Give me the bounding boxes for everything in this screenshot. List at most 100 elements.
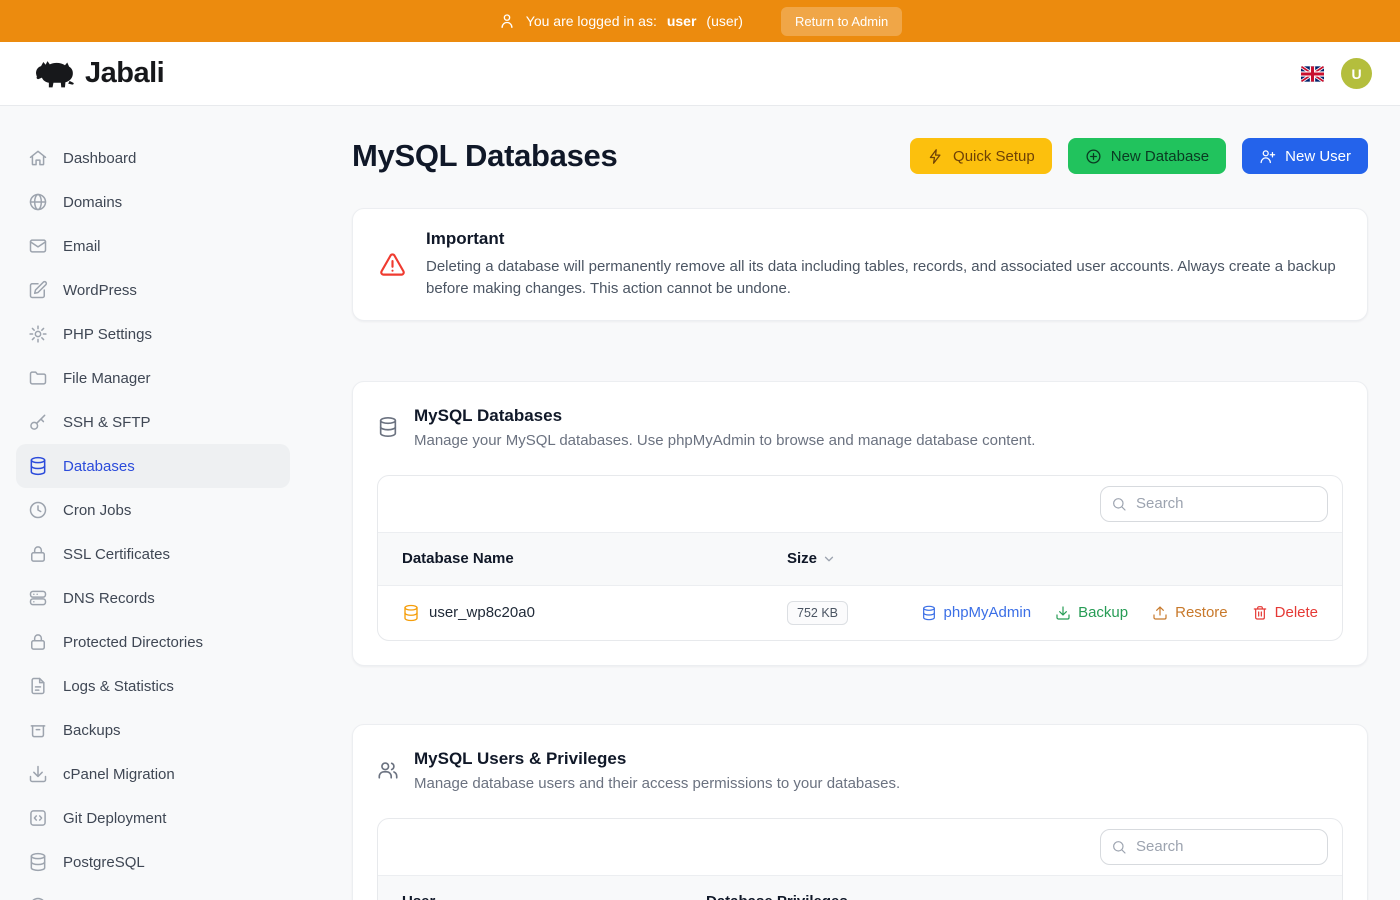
database-icon (28, 852, 48, 872)
sidebar-item-dns-records[interactable]: DNS Records (16, 576, 290, 620)
sidebar-item-label: PostgreSQL (63, 854, 145, 871)
mail-icon (28, 236, 48, 256)
column-user: User (402, 893, 706, 900)
code-square-icon (28, 808, 48, 828)
logged-in-account: (user) (706, 13, 743, 29)
quick-setup-button[interactable]: Quick Setup (910, 138, 1052, 174)
database-table-row: user_wp8c20a0 752 KB phpMyAdmin Backup (378, 586, 1342, 640)
card-description: Manage your MySQL databases. Use phpMyAd… (414, 432, 1035, 449)
user-avatar[interactable]: U (1341, 58, 1372, 89)
card-title: MySQL Databases (414, 406, 1035, 426)
sidebar-item-label: PHP Settings (63, 326, 152, 343)
logged-in-username: user (667, 13, 697, 29)
language-flag-uk-icon[interactable] (1301, 66, 1324, 82)
logged-in-as: You are logged in as: user (user) (498, 12, 743, 30)
sidebar-item-label: DNS Records (63, 590, 155, 607)
sidebar-item-ssh-sftp[interactable]: SSH & SFTP (16, 400, 290, 444)
sidebar-item-domains[interactable]: Domains (16, 180, 290, 224)
databases-search (1100, 486, 1328, 522)
database-name: user_wp8c20a0 (429, 604, 535, 621)
user-icon (498, 12, 516, 30)
download-icon (1055, 605, 1071, 621)
plus-circle-icon (1085, 148, 1102, 165)
mysql-users-card: MySQL Users & Privileges Manage database… (352, 724, 1368, 900)
search-icon (1111, 496, 1127, 512)
users-table-panel: User Database Privileges (377, 818, 1343, 900)
users-table-header: User Database Privileges (378, 875, 1342, 900)
sidebar-item-file-manager[interactable]: File Manager (16, 356, 290, 400)
sidebar-item-php-settings[interactable]: PHP Settings (16, 312, 290, 356)
archive-icon (28, 720, 48, 740)
page-actions: Quick Setup New Database New User (910, 138, 1368, 174)
sidebar-item-label: Logs & Statistics (63, 678, 174, 695)
sidebar-item-label: Domains (63, 194, 122, 211)
main-content: MySQL Databases Quick Setup New Database… (320, 106, 1400, 900)
zap-icon (927, 148, 944, 165)
alert-triangle-icon (379, 251, 406, 278)
phpmyadmin-label: phpMyAdmin (944, 604, 1032, 621)
sidebar-item-backups[interactable]: Backups (16, 708, 290, 752)
card-title: MySQL Users & Privileges (414, 749, 900, 769)
new-user-button[interactable]: New User (1242, 138, 1368, 174)
column-database-name: Database Name (402, 550, 787, 567)
gear-icon (28, 324, 48, 344)
sidebar-item-protected-directories[interactable]: Protected Directories (16, 620, 290, 664)
sidebar-item-dashboard[interactable]: Dashboard (16, 136, 290, 180)
key-icon (28, 412, 48, 432)
restore-label: Restore (1175, 604, 1228, 621)
users-search-input[interactable] (1100, 829, 1328, 865)
sidebar-item-cpanel-migration[interactable]: cPanel Migration (16, 752, 290, 796)
users-search (1100, 829, 1328, 865)
sidebar-item-label: Dashboard (63, 150, 136, 167)
lock-icon (28, 632, 48, 652)
sidebar-item-label: SSL Certificates (63, 546, 170, 563)
sidebar-item-label: WordPress (63, 282, 137, 299)
column-size-sort[interactable]: Size (787, 550, 836, 567)
mysql-databases-card: MySQL Databases Manage your MySQL databa… (352, 381, 1368, 666)
alert-title: Important (426, 229, 1341, 249)
sidebar-item-logs-statistics[interactable]: Logs & Statistics (16, 664, 290, 708)
delete-label: Delete (1275, 604, 1318, 621)
important-alert: Important Deleting a database will perma… (352, 208, 1368, 321)
databases-table-header: Database Name Size (378, 532, 1342, 586)
boar-logo-icon (30, 56, 76, 92)
column-size-label: Size (787, 550, 817, 567)
sidebar-item-databases[interactable]: Databases (16, 444, 290, 488)
globe-icon (28, 192, 48, 212)
sidebar-item-cron-jobs[interactable]: Cron Jobs (16, 488, 290, 532)
new-database-button[interactable]: New Database (1068, 138, 1226, 174)
sidebar-item-email[interactable]: Email (16, 224, 290, 268)
return-to-admin-button[interactable]: Return to Admin (781, 7, 902, 36)
sidebar-item-label: Git Deployment (63, 810, 166, 827)
chevron-down-icon (822, 552, 836, 566)
database-size-badge: 752 KB (787, 601, 848, 625)
restore-link[interactable]: Restore (1152, 604, 1228, 621)
logged-in-text: You are logged in as: (526, 13, 657, 29)
sidebar-item-label: cPanel Migration (63, 766, 175, 783)
server-icon (28, 588, 48, 608)
circle-icon (28, 896, 48, 900)
brand-logo[interactable]: Jabali (30, 56, 164, 92)
sidebar-item-git-deployment[interactable]: Git Deployment (16, 796, 290, 840)
backup-link[interactable]: Backup (1055, 604, 1128, 621)
delete-link[interactable]: Delete (1252, 604, 1318, 621)
upload-icon (1152, 605, 1168, 621)
databases-search-input[interactable] (1100, 486, 1328, 522)
sidebar-item-label: Backups (63, 722, 121, 739)
database-icon (921, 605, 937, 621)
phpmyadmin-link[interactable]: phpMyAdmin (921, 604, 1032, 621)
user-plus-icon (1259, 148, 1276, 165)
alert-body: Deleting a database will permanently rem… (426, 256, 1341, 300)
sidebar-item-wordpress[interactable]: WordPress (16, 268, 290, 312)
sidebar-item-ssl-certificates[interactable]: SSL Certificates (16, 532, 290, 576)
users-icon (377, 759, 399, 781)
impersonation-banner: You are logged in as: user (user) Return… (0, 0, 1400, 42)
app-header: Jabali U (0, 42, 1400, 106)
sidebar-item-label: Protected Directories (63, 634, 203, 651)
sidebar-item-postgresql[interactable]: PostgreSQL (16, 840, 290, 884)
sidebar-item-label: Email (63, 238, 101, 255)
sidebar-item-partial[interactable] (16, 884, 290, 900)
home-icon (28, 148, 48, 168)
search-icon (1111, 839, 1127, 855)
brand-name: Jabali (85, 57, 164, 90)
